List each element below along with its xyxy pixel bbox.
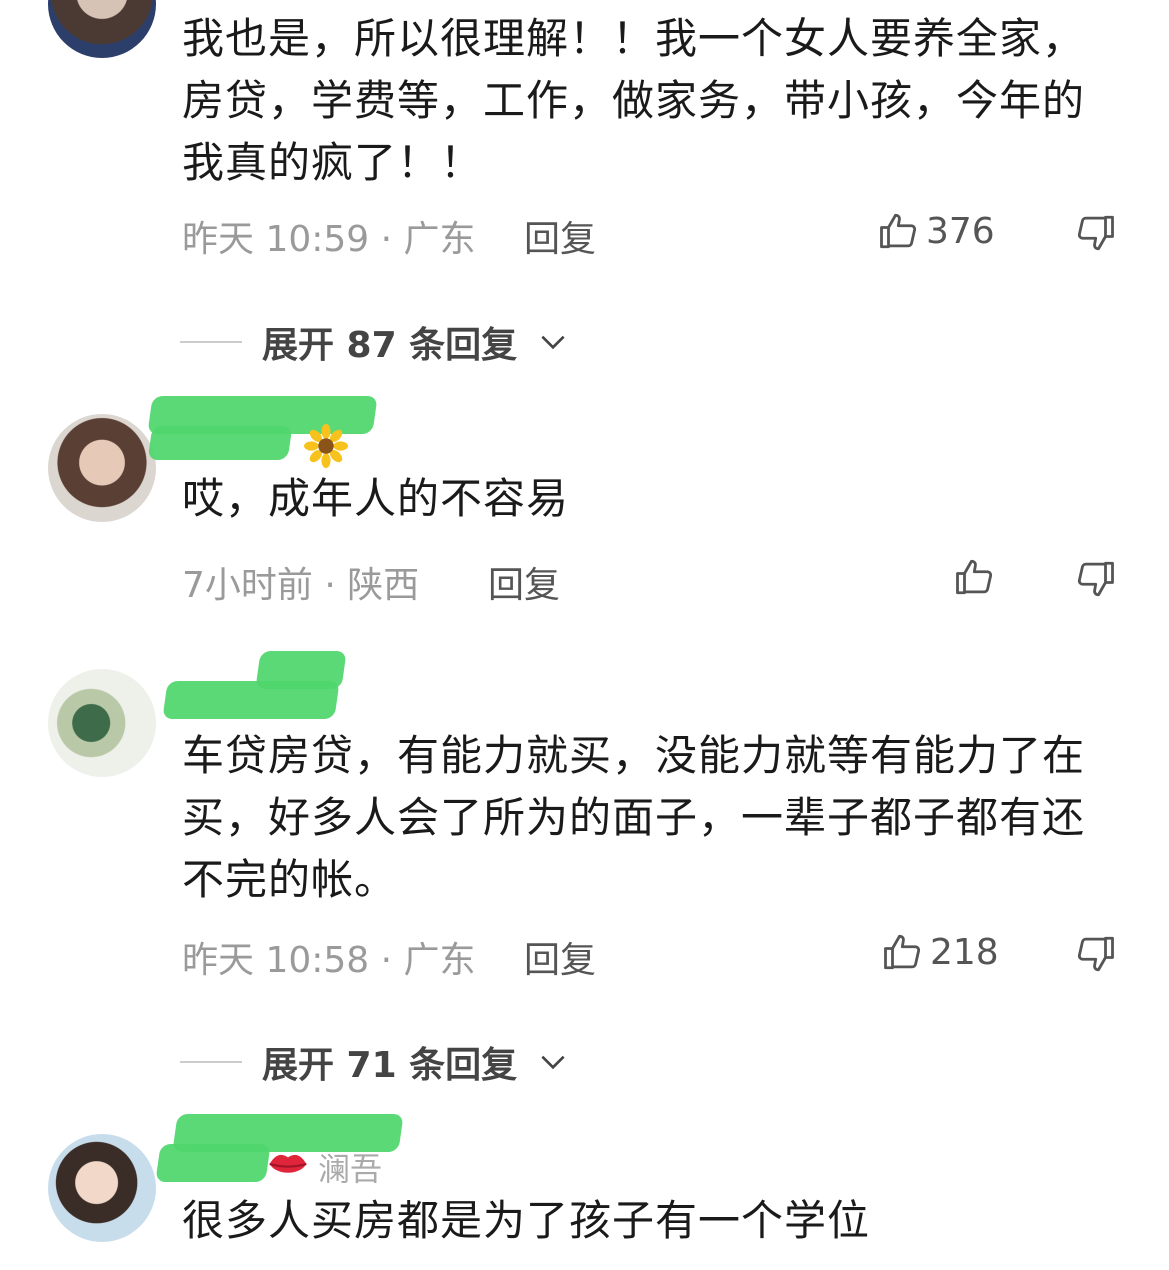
comment-3: 车贷房贷，有能力就买，没能力就等有能力了在买，好多人会了所为的面子，一辈子都子都… [0,645,1169,985]
thumbs-down-icon[interactable] [1074,212,1116,254]
expand-replies-label: 展开 87 条回复 [262,325,518,366]
avatar[interactable] [48,0,156,58]
avatar[interactable] [48,414,156,522]
thumbs-up-icon [884,934,921,970]
comment-text: 车贷房贷，有能力就买，没能力就等有能力了在买，好多人会了所为的面子，一辈子都子都… [182,731,1086,904]
reply-button[interactable]: 回复 [524,210,596,262]
username-redaction [162,681,340,719]
username[interactable]: 澜吾 [318,1144,382,1190]
avatar[interactable] [48,669,156,777]
like-button[interactable] [954,556,996,598]
sunflower-emoji-icon [304,424,348,468]
comment-text: 我也是，所以很理解！！我一个女人要养全家，房贷，学费等，工作，做家务，带小孩，今… [182,14,1086,187]
username-redaction [155,1144,271,1182]
lips-emoji-icon [269,1154,307,1173]
reply-button[interactable]: 回复 [524,931,596,983]
like-button[interactable]: 218 [882,931,999,973]
thumbs-up-icon [956,559,993,595]
thumbs-down-icon[interactable] [1074,558,1116,600]
chevron-down-icon [541,335,565,350]
expand-replies-button[interactable]: 展开 71 条回复 [180,1036,569,1088]
expand-replies-button[interactable]: 展开 87 条回复 [180,316,569,368]
reply-button[interactable]: 回复 [488,556,560,608]
comment-text: 哎，成年人的不容易 [182,474,570,523]
comment-4: 澜吾 很多人买房都是为了孩子有一个学位 [0,1110,1169,1270]
expand-replies-label: 展开 71 条回复 [262,1045,518,1086]
comment-time-location: 昨天 10:58 · 广东 [182,940,476,981]
chevron-down-icon [541,1055,565,1070]
thumbs-up-icon [880,213,917,249]
thumbs-down-icon[interactable] [1074,933,1116,975]
divider-line [180,341,242,343]
username-redaction [147,426,293,460]
like-button[interactable]: 376 [878,210,995,252]
comment-time-location: 昨天 10:59 · 广东 [182,219,476,260]
comment-1: 我也是，所以很理解！！我一个女人要养全家，房贷，学费等，工作，做家务，带小孩，今… [0,0,1169,290]
comment-text: 很多人买房都是为了孩子有一个学位 [182,1196,871,1245]
like-count: 376 [926,210,995,252]
comment-2: 哎，成年人的不容易 7小时前 · 陕西 回复 [0,390,1169,620]
avatar[interactable] [48,1134,156,1242]
like-count: 218 [930,931,999,973]
divider-line [180,1061,242,1063]
comment-time-location: 7小时前 · 陕西 [182,565,420,606]
